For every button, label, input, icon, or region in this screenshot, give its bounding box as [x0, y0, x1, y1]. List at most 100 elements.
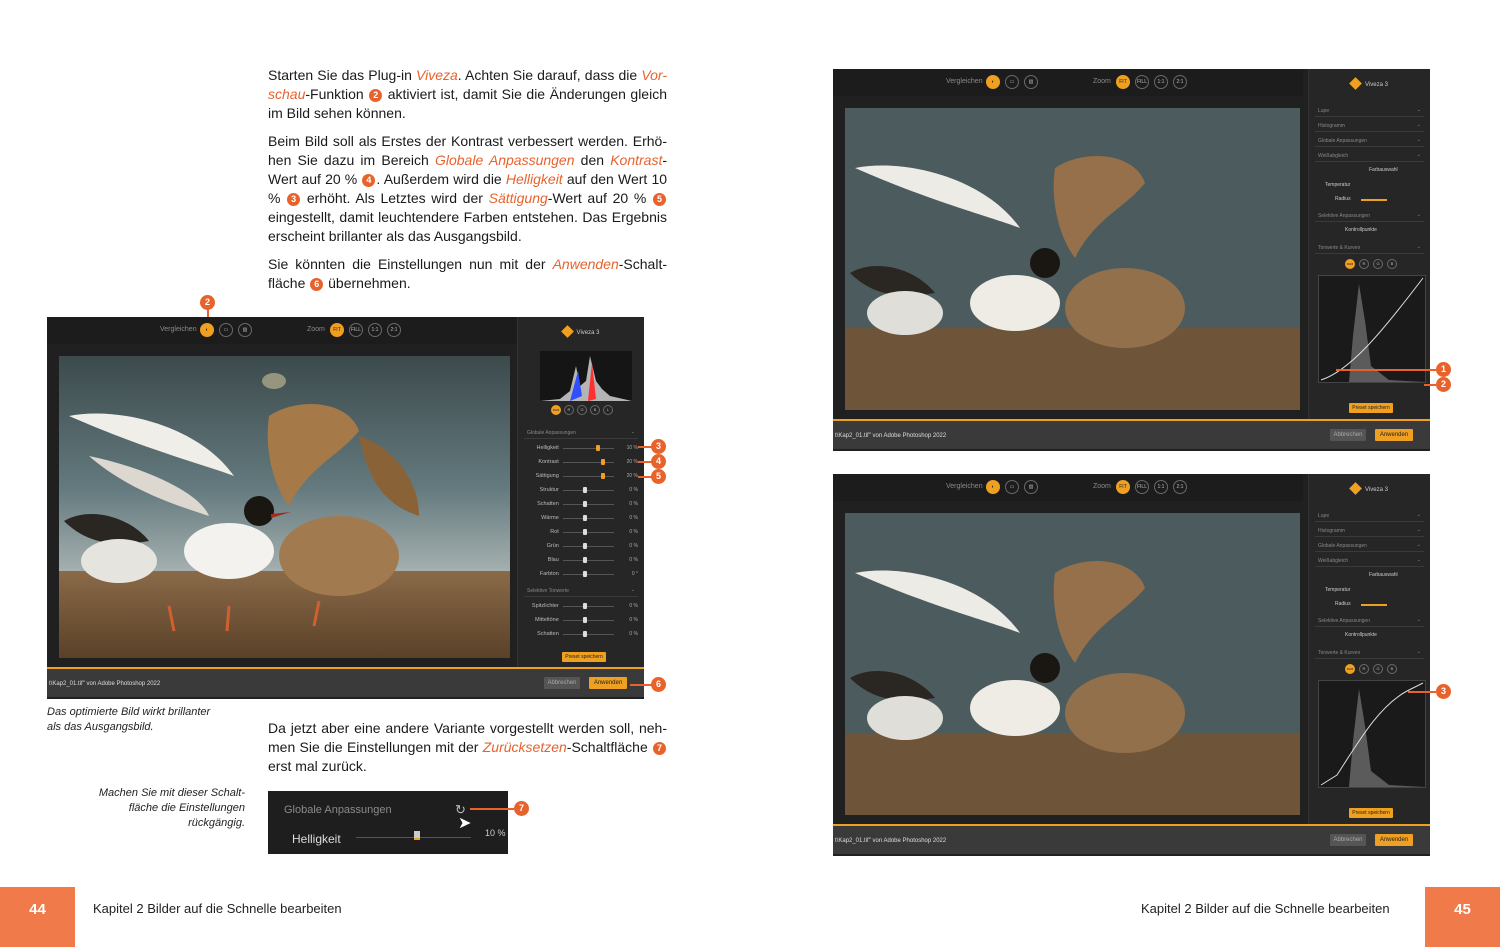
- apply-button[interactable]: Anwenden: [1375, 834, 1413, 846]
- section-selective-adjustments[interactable]: Selektive Anpassungen: [1315, 209, 1424, 222]
- apply-button[interactable]: Anwenden: [589, 677, 627, 689]
- zoom-2-1-button[interactable]: 2:1: [1173, 75, 1187, 89]
- slider-knob[interactable]: [583, 543, 587, 549]
- side-by-side-button[interactable]: ▥: [238, 323, 252, 337]
- control-points-label[interactable]: Kontrollpunkte: [1345, 227, 1377, 233]
- slider-track[interactable]: [563, 462, 614, 463]
- zoom-2-1-button[interactable]: 2:1: [1173, 480, 1187, 494]
- cancel-button[interactable]: Abbrechen: [544, 677, 580, 689]
- channel-b-button[interactable]: B: [1387, 664, 1397, 674]
- zoom-fill-button[interactable]: FILL: [1135, 480, 1149, 494]
- channel-b-button[interactable]: B: [590, 405, 600, 415]
- slider-knob[interactable]: [583, 617, 587, 623]
- slider-track[interactable]: [563, 574, 614, 575]
- section-white-balance[interactable]: Weißabgleich: [1315, 554, 1424, 567]
- preview-toggle-button[interactable]: ◐: [986, 75, 1000, 89]
- crop-slider-knob[interactable]: [414, 831, 420, 840]
- zoom-fill-button[interactable]: FILL: [349, 323, 363, 337]
- channel-g-button[interactable]: G: [577, 405, 587, 415]
- zoom-2-1-button[interactable]: 2:1: [387, 323, 401, 337]
- channel-rgb-button[interactable]: RGB: [1345, 259, 1355, 269]
- color-picker-label[interactable]: Farbauswahl: [1369, 167, 1398, 173]
- color-picker-label[interactable]: Farbauswahl: [1369, 572, 1398, 578]
- zoom-fit-button[interactable]: FIT: [1116, 75, 1130, 89]
- adjust-slider-row[interactable]: Rot 0 %: [528, 525, 638, 539]
- slider-track[interactable]: [563, 504, 614, 505]
- channel-l-button[interactable]: L: [603, 405, 613, 415]
- section-selective-tones[interactable]: Selektive Tonwerte: [524, 584, 638, 597]
- slider-knob[interactable]: [600, 459, 605, 465]
- adjust-slider-row[interactable]: Sättigung 20 %: [528, 469, 638, 483]
- section-histogram[interactable]: Histogramm: [1315, 524, 1424, 537]
- slider-knob[interactable]: [583, 501, 587, 507]
- zoom-fit-button[interactable]: FIT: [330, 323, 344, 337]
- save-preset-button[interactable]: Preset speichern: [1349, 403, 1393, 413]
- slider-knob[interactable]: [596, 445, 601, 451]
- section-global-adjustments[interactable]: Globale Anpassungen: [1315, 134, 1424, 147]
- tone-slider-row[interactable]: Mitteltöne 0 %: [528, 613, 638, 627]
- zoom-fill-button[interactable]: FILL: [1135, 75, 1149, 89]
- split-view-button[interactable]: ▭: [1005, 75, 1019, 89]
- slider-track[interactable]: [563, 620, 614, 621]
- apply-button[interactable]: Anwenden: [1375, 429, 1413, 441]
- slider-knob[interactable]: [583, 557, 587, 563]
- channel-rgb-button[interactable]: RGB: [551, 405, 561, 415]
- section-global-adjustments[interactable]: Globale Anpassungen: [1315, 539, 1424, 552]
- adjust-slider-row[interactable]: Grün 0 %: [528, 539, 638, 553]
- preview-toggle-button[interactable]: ◐: [986, 480, 1000, 494]
- channel-r-button[interactable]: R: [564, 405, 574, 415]
- slider-knob[interactable]: [600, 473, 605, 479]
- adjust-slider-row[interactable]: Wärme 0 %: [528, 511, 638, 525]
- channel-r-button[interactable]: R: [1359, 664, 1369, 674]
- slider-track[interactable]: [563, 546, 614, 547]
- preview-toggle-button[interactable]: ◐: [200, 323, 214, 337]
- slider-track[interactable]: [563, 532, 614, 533]
- slider-track[interactable]: [563, 518, 614, 519]
- tone-curve-editor[interactable]: [1318, 275, 1426, 383]
- control-points-label[interactable]: Kontrollpunkte: [1345, 632, 1377, 638]
- save-preset-button[interactable]: Preset speichern: [562, 652, 606, 662]
- slider-knob[interactable]: [583, 571, 587, 577]
- channel-r-button[interactable]: R: [1359, 259, 1369, 269]
- save-preset-button[interactable]: Preset speichern: [1349, 808, 1393, 818]
- zoom-1-1-button[interactable]: 1:1: [1154, 480, 1168, 494]
- adjust-slider-row[interactable]: Helligkeit 10 %: [528, 441, 638, 455]
- slider-track[interactable]: [563, 560, 614, 561]
- adjust-slider-row[interactable]: Kontrast 20 %: [528, 455, 638, 469]
- section-selective-adjustments[interactable]: Selektive Anpassungen: [1315, 614, 1424, 627]
- tone-slider-row[interactable]: Spitzlichter 0 %: [528, 599, 638, 613]
- adjust-slider-row[interactable]: Struktur 0 %: [528, 483, 638, 497]
- slider-knob[interactable]: [583, 487, 587, 493]
- zoom-1-1-button[interactable]: 1:1: [368, 323, 382, 337]
- zoom-fit-button[interactable]: FIT: [1116, 480, 1130, 494]
- cancel-button[interactable]: Abbrechen: [1330, 834, 1366, 846]
- radius-slider[interactable]: [1361, 604, 1387, 606]
- section-white-balance[interactable]: Weißabgleich: [1315, 149, 1424, 162]
- channel-g-button[interactable]: G: [1373, 259, 1383, 269]
- section-tone-curves[interactable]: Tonwerte & Kurven: [1315, 241, 1424, 254]
- channel-b-button[interactable]: B: [1387, 259, 1397, 269]
- channel-rgb-button[interactable]: RGB: [1345, 664, 1355, 674]
- split-view-button[interactable]: ▭: [219, 323, 233, 337]
- side-by-side-button[interactable]: ▥: [1024, 480, 1038, 494]
- slider-knob[interactable]: [583, 603, 587, 609]
- slider-knob[interactable]: [583, 515, 587, 521]
- channel-g-button[interactable]: G: [1373, 664, 1383, 674]
- slider-track[interactable]: [563, 448, 614, 449]
- section-loupe[interactable]: Lupe: [1315, 104, 1424, 117]
- slider-track[interactable]: [563, 606, 614, 607]
- tone-slider-row[interactable]: Schatten 0 %: [528, 627, 638, 641]
- slider-track[interactable]: [563, 634, 614, 635]
- slider-track[interactable]: [563, 476, 614, 477]
- slider-knob[interactable]: [583, 631, 587, 637]
- cancel-button[interactable]: Abbrechen: [1330, 429, 1366, 441]
- adjust-slider-row[interactable]: Blau 0 %: [528, 553, 638, 567]
- tone-curve-editor[interactable]: [1318, 680, 1426, 788]
- radius-slider[interactable]: [1361, 199, 1387, 201]
- side-by-side-button[interactable]: ▥: [1024, 75, 1038, 89]
- section-histogram[interactable]: Histogramm: [1315, 119, 1424, 132]
- slider-track[interactable]: [563, 490, 614, 491]
- split-view-button[interactable]: ▭: [1005, 480, 1019, 494]
- slider-knob[interactable]: [583, 529, 587, 535]
- adjust-slider-row[interactable]: Farbton 0 °: [528, 567, 638, 581]
